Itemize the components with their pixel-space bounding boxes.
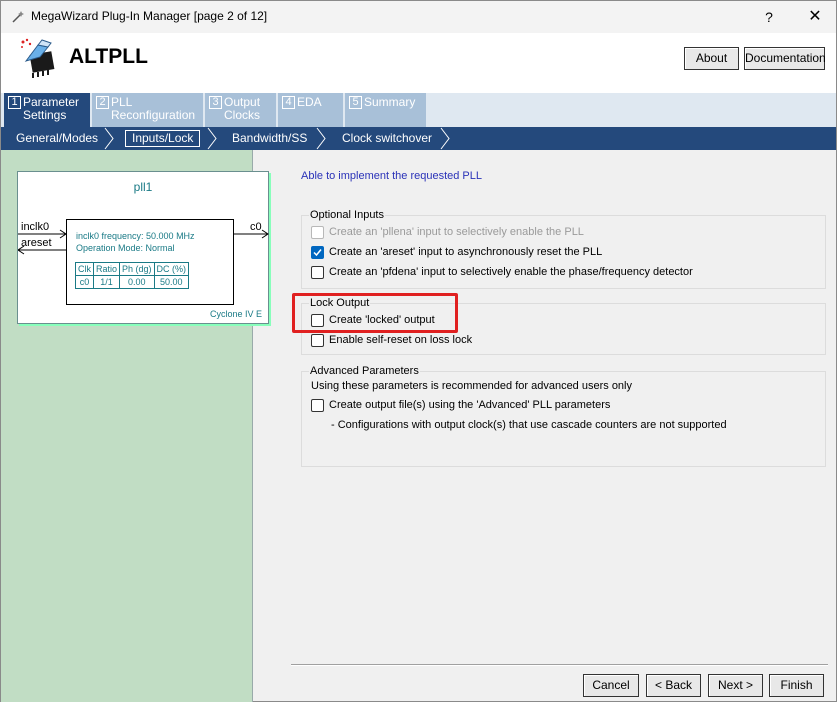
check-icon xyxy=(313,248,322,256)
chevron-right-icon xyxy=(104,127,114,150)
group-title: Optional Inputs xyxy=(309,209,385,221)
wizard-header: ALTPLL About Documentation xyxy=(1,33,836,93)
tab-output-clocks[interactable]: 3 Output Clocks xyxy=(205,93,276,127)
group-title: Advanced Parameters xyxy=(309,365,420,377)
pfdena-option[interactable]: Create an 'pfdena' input to selectively … xyxy=(311,264,693,280)
option-label: Create an 'pllena' input to selectively … xyxy=(329,226,584,238)
cancel-button[interactable]: Cancel xyxy=(583,674,639,697)
status-message: Able to implement the requested PLL xyxy=(301,170,483,182)
device-family: Cyclone IV E xyxy=(209,309,262,319)
tab-label: PLL Reconfiguration xyxy=(111,95,196,122)
title-bar: MegaWizard Plug-In Manager [page 2 of 12… xyxy=(1,1,836,33)
table-header: Clk xyxy=(75,262,94,276)
tab-label: Parameter Settings xyxy=(23,95,80,122)
checkbox[interactable] xyxy=(311,265,324,279)
checkbox-checked[interactable] xyxy=(311,245,324,259)
tab-eda[interactable]: 4 EDA xyxy=(278,93,343,127)
subtab-general-modes[interactable]: General/Modes xyxy=(16,130,98,147)
wand-icon xyxy=(12,11,24,23)
wizard-window: MegaWizard Plug-In Manager [page 2 of 12… xyxy=(0,0,837,702)
chip-logo-icon xyxy=(21,38,55,78)
table-header: DC (%) xyxy=(153,262,190,276)
help-button[interactable]: ? xyxy=(753,1,785,33)
checkbox[interactable] xyxy=(311,333,324,347)
close-button[interactable]: ✕ xyxy=(796,1,834,33)
table-row: c0 1/1 0.00 50.00 xyxy=(75,275,190,289)
table-header: Ph (dg) xyxy=(119,262,155,276)
window-title: MegaWizard Plug-In Manager [page 2 of 12… xyxy=(31,9,268,23)
tab-parameter-settings[interactable]: 1 Parameter Settings xyxy=(4,93,90,127)
areset-option[interactable]: Create an 'areset' input to asynchronous… xyxy=(311,244,602,260)
main-tabs: 1 Parameter Settings 2 PLL Reconfiguration 3… xyxy=(1,93,836,127)
pllena-option[interactable]: Create an 'pllena' input to selectively … xyxy=(311,224,584,240)
advanced-sub-note: - Configurations with output clock(s) th… xyxy=(331,419,727,431)
tab-pll-reconfiguration[interactable]: 2 PLL Reconfiguration xyxy=(92,93,203,127)
tab-number: 1 xyxy=(8,96,21,109)
pll-symbol: pll1 inclk0 areset c0 inclk0 frequency: … xyxy=(17,171,269,324)
mode-line: Operation Mode: Normal xyxy=(76,243,175,253)
subtab-bandwidth-ss[interactable]: Bandwidth/SS xyxy=(232,130,307,147)
self-reset-option[interactable]: Enable self-reset on loss lock xyxy=(311,332,472,348)
checkbox[interactable] xyxy=(311,225,324,239)
chevron-right-icon xyxy=(316,127,326,150)
chevron-right-icon xyxy=(207,127,217,150)
tab-number: 5 xyxy=(349,96,362,109)
optional-inputs-group: Optional Inputs Create an 'pllena' input… xyxy=(301,209,826,289)
frequency-line: inclk0 frequency: 50.000 MHz xyxy=(76,231,195,241)
tab-number: 2 xyxy=(96,96,109,109)
tab-label: Summary xyxy=(364,95,416,109)
highlight-box xyxy=(292,293,458,333)
clock-table: Clk Ratio Ph (dg) DC (%) c0 1/1 0.00 50.… xyxy=(75,262,190,289)
advanced-pll-option[interactable]: Create output file(s) using the 'Advance… xyxy=(311,397,610,413)
option-label: Enable self-reset on loss lock xyxy=(329,334,473,346)
about-button[interactable]: About xyxy=(684,47,739,70)
tab-number: 3 xyxy=(209,96,222,109)
table-cell: 1/1 xyxy=(92,275,121,289)
subtab-inputs-lock[interactable]: Inputs/Lock xyxy=(125,130,201,147)
checkbox[interactable] xyxy=(311,398,324,412)
tab-summary[interactable]: 5 Summary xyxy=(345,93,426,127)
documentation-button[interactable]: Documentation xyxy=(744,47,826,70)
pll-core-box: inclk0 frequency: 50.000 MHz Operation M… xyxy=(66,219,234,305)
next-button[interactable]: Next > xyxy=(708,674,763,697)
table-cell: 50.00 xyxy=(153,275,190,289)
advanced-note: Using these parameters is recommended fo… xyxy=(311,380,632,392)
tab-label: EDA xyxy=(297,95,322,109)
table-header: Ratio xyxy=(92,262,121,276)
option-label: Create output file(s) using the 'Advance… xyxy=(329,399,611,411)
table-cell: c0 xyxy=(75,275,94,289)
option-label: Create an 'pfdena' input to selectively … xyxy=(329,266,693,278)
product-title: ALTPLL xyxy=(69,45,148,68)
advanced-parameters-group: Advanced Parameters Using these paramete… xyxy=(301,365,826,467)
tab-label: Output Clocks xyxy=(224,95,261,122)
finish-button[interactable]: Finish xyxy=(769,674,824,697)
table-cell: 0.00 xyxy=(119,275,155,289)
subtab-clock-switchover[interactable]: Clock switchover xyxy=(342,130,432,147)
sub-tabs: General/Modes Inputs/Lock Bandwidth/SS C… xyxy=(1,127,836,150)
option-label: Create an 'areset' input to asynchronous… xyxy=(329,246,603,258)
chevron-right-icon xyxy=(440,127,450,150)
tab-number: 4 xyxy=(282,96,295,109)
table-header-row: Clk Ratio Ph (dg) DC (%) xyxy=(75,262,190,276)
back-button[interactable]: < Back xyxy=(646,674,701,697)
divider xyxy=(291,664,828,666)
